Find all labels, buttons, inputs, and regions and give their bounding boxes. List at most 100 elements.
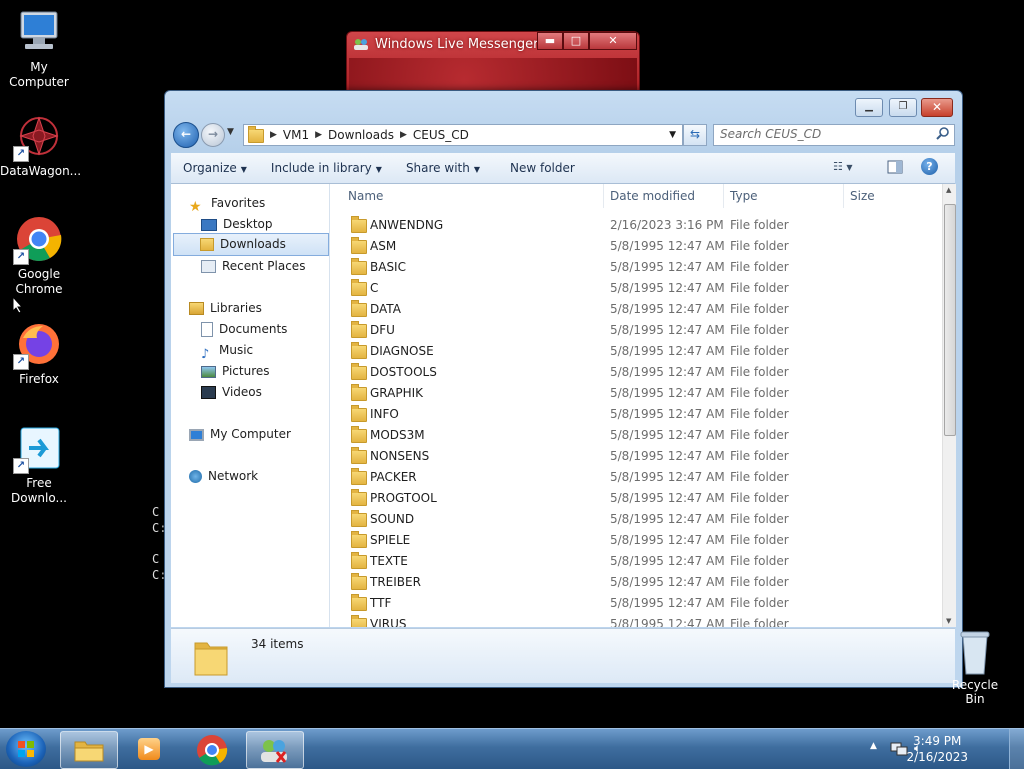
file-row[interactable]: GRAPHIK 5/8/1995 12:47 AM File folder bbox=[330, 383, 930, 404]
file-row[interactable]: VIRUS 5/8/1995 12:47 AM File folder bbox=[330, 614, 930, 627]
file-row[interactable]: MODS3M 5/8/1995 12:47 AM File folder bbox=[330, 425, 930, 446]
file-type: File folder bbox=[730, 470, 789, 484]
folder-icon bbox=[351, 594, 367, 611]
close-button[interactable]: ✕ bbox=[921, 98, 953, 117]
file-row[interactable]: DATA 5/8/1995 12:47 AM File folder bbox=[330, 299, 930, 320]
search-box[interactable]: Search CEUS_CD bbox=[713, 124, 955, 146]
file-type: File folder bbox=[730, 239, 789, 253]
file-row[interactable]: SPIELE 5/8/1995 12:47 AM File folder bbox=[330, 530, 930, 551]
file-row[interactable]: PROGTOOL 5/8/1995 12:47 AM File folder bbox=[330, 488, 930, 509]
file-date-modified: 5/8/1995 12:47 AM bbox=[610, 533, 725, 547]
file-type: File folder bbox=[730, 533, 789, 547]
change-view-button[interactable]: ☷ ▼ bbox=[833, 160, 853, 173]
nav-my-computer[interactable]: My Computer bbox=[189, 424, 347, 445]
search-input[interactable]: Search CEUS_CD bbox=[720, 127, 821, 141]
organize-menu[interactable]: Organize ▼ bbox=[171, 161, 259, 175]
address-bar[interactable]: ▶ VM1 ▶ Downloads ▶ CEUS_CD ▼ bbox=[243, 124, 683, 146]
taskbar-messenger[interactable] bbox=[246, 731, 304, 769]
file-row[interactable]: ASM 5/8/1995 12:47 AM File folder bbox=[330, 236, 930, 257]
desktop-icon-my-computer[interactable]: My Computer bbox=[0, 8, 78, 90]
column-header-date-modified[interactable]: Date modified bbox=[604, 184, 724, 208]
desktop-icon-firefox[interactable]: ↗ Firefox bbox=[0, 320, 78, 387]
include-in-library-menu[interactable]: Include in library ▼ bbox=[259, 161, 394, 175]
preview-pane-button[interactable] bbox=[887, 159, 903, 178]
nav-libraries[interactable]: Libraries bbox=[189, 298, 347, 319]
help-button[interactable]: ? bbox=[921, 158, 938, 175]
nav-label: Recent Places bbox=[222, 259, 306, 273]
close-button[interactable]: ✕ bbox=[589, 32, 637, 50]
file-row[interactable]: DIAGNOSE 5/8/1995 12:47 AM File folder bbox=[330, 341, 930, 362]
nav-network[interactable]: Network bbox=[189, 466, 347, 487]
minimize-button[interactable]: ▬ bbox=[537, 32, 563, 50]
file-row[interactable]: NONSENS 5/8/1995 12:47 AM File folder bbox=[330, 446, 930, 467]
forward-button[interactable]: → bbox=[201, 123, 225, 147]
messenger-window[interactable]: Windows Live Messenger ▬ □ ✕ bbox=[346, 31, 640, 95]
file-type: File folder bbox=[730, 407, 789, 421]
file-name: INFO bbox=[370, 407, 399, 421]
chevron-down-icon: ▼ bbox=[375, 165, 382, 174]
folder-icon bbox=[351, 468, 367, 485]
organize-label: Organize bbox=[183, 161, 237, 175]
file-row[interactable]: TREIBER 5/8/1995 12:47 AM File folder bbox=[330, 572, 930, 593]
nav-label: Desktop bbox=[223, 217, 273, 231]
minimize-button[interactable]: ▁ bbox=[855, 98, 883, 117]
file-row[interactable]: TTF 5/8/1995 12:47 AM File folder bbox=[330, 593, 930, 614]
desktop-icon-google-chrome[interactable]: ↗ Google Chrome bbox=[0, 215, 78, 297]
recent-pages-dropdown[interactable]: ▼ bbox=[227, 127, 234, 137]
clock[interactable]: 3:49 PM 2/16/2023 bbox=[906, 733, 968, 765]
show-hidden-icons-button[interactable]: ▲ bbox=[870, 741, 877, 751]
network-tray-icon[interactable] bbox=[890, 741, 908, 760]
back-button[interactable]: ← bbox=[173, 122, 199, 148]
file-row[interactable]: BASIC 5/8/1995 12:47 AM File folder bbox=[330, 257, 930, 278]
start-button[interactable] bbox=[6, 731, 46, 767]
windows-logo-icon bbox=[18, 741, 34, 757]
file-row[interactable]: DFU 5/8/1995 12:47 AM File folder bbox=[330, 320, 930, 341]
scroll-up-arrow-icon[interactable]: ▲ bbox=[946, 186, 951, 194]
breadcrumb-ceus-cd[interactable]: CEUS_CD bbox=[407, 128, 475, 142]
folder-icon bbox=[248, 126, 264, 143]
file-date-modified: 5/8/1995 12:47 AM bbox=[610, 302, 725, 316]
column-header-size[interactable]: Size bbox=[844, 184, 934, 208]
file-date-modified: 5/8/1995 12:47 AM bbox=[610, 449, 725, 463]
file-row[interactable]: INFO 5/8/1995 12:47 AM File folder bbox=[330, 404, 930, 425]
file-date-modified: 5/8/1995 12:47 AM bbox=[610, 512, 725, 526]
file-row[interactable]: DOSTOOLS 5/8/1995 12:47 AM File folder bbox=[330, 362, 930, 383]
file-name: MODS3M bbox=[370, 428, 425, 442]
maximize-button[interactable]: □ bbox=[563, 32, 589, 50]
breadcrumb-vm1[interactable]: VM1 bbox=[277, 128, 315, 142]
nav-downloads[interactable]: Downloads bbox=[173, 233, 329, 256]
file-date-modified: 2/16/2023 3:16 PM bbox=[610, 218, 724, 232]
address-dropdown-icon[interactable]: ▼ bbox=[669, 130, 676, 140]
scroll-down-arrow-icon[interactable]: ▼ bbox=[946, 617, 951, 625]
file-row[interactable]: ANWENDNG 2/16/2023 3:16 PM File folder bbox=[330, 215, 930, 236]
file-row[interactable]: SOUND 5/8/1995 12:47 AM File folder bbox=[330, 509, 930, 530]
desktop-icon-datawagon[interactable]: ↗ DataWagon... bbox=[0, 112, 81, 179]
desktop-icon-recycle-bin[interactable]: Recycle Bin bbox=[944, 630, 1006, 706]
explorer-window[interactable]: ▁ ❐ ✕ ← → ▼ ▶ VM1 ▶ Downloads ▶ CEUS_CD … bbox=[164, 90, 963, 688]
vertical-scrollbar[interactable]: ▲ ▼ bbox=[942, 184, 956, 627]
column-header-type[interactable]: Type bbox=[724, 184, 844, 208]
file-row[interactable]: TEXTE 5/8/1995 12:47 AM File folder bbox=[330, 551, 930, 572]
share-with-menu[interactable]: Share with ▼ bbox=[394, 161, 492, 175]
file-row[interactable]: C 5/8/1995 12:47 AM File folder bbox=[330, 278, 930, 299]
nav-favorites[interactable]: ★ Favorites bbox=[189, 193, 347, 215]
column-header-name[interactable]: Name bbox=[342, 184, 604, 208]
desktop-icon-free-download-manager[interactable]: ↗ Free Downlo... bbox=[0, 424, 78, 506]
file-name: ANWENDNG bbox=[370, 218, 444, 232]
chevron-down-icon: ▼ bbox=[473, 165, 480, 174]
taskbar-media-player[interactable]: ▶ bbox=[122, 731, 178, 767]
scrollbar-thumb[interactable] bbox=[944, 204, 956, 436]
file-type: File folder bbox=[730, 281, 789, 295]
taskbar-explorer[interactable] bbox=[60, 731, 118, 769]
maximize-button[interactable]: ❐ bbox=[889, 98, 917, 117]
new-folder-button[interactable]: New folder bbox=[492, 161, 587, 175]
breadcrumb-downloads[interactable]: Downloads bbox=[322, 128, 400, 142]
show-desktop-button[interactable] bbox=[1009, 729, 1024, 769]
refresh-button[interactable]: ⇆ bbox=[683, 124, 707, 146]
recent-places-icon bbox=[201, 260, 216, 273]
chevron-down-icon: ▼ bbox=[240, 165, 247, 174]
clock-date: 2/16/2023 bbox=[906, 750, 968, 764]
file-name: PROGTOOL bbox=[370, 491, 437, 505]
file-row[interactable]: PACKER 5/8/1995 12:47 AM File folder bbox=[330, 467, 930, 488]
taskbar-chrome[interactable] bbox=[184, 731, 240, 767]
